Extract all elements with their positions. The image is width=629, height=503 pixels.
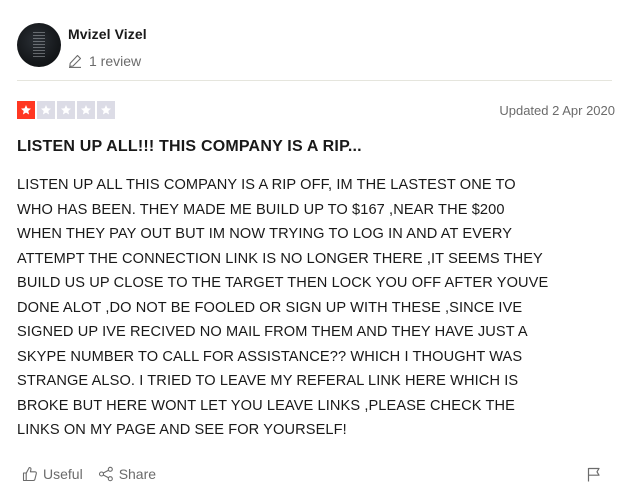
review-body-line: SKYPE NUMBER TO CALL FOR ASSISTANCE?? WH… (17, 348, 523, 365)
review-count-label: 1 review (89, 53, 142, 69)
star-icon (101, 105, 111, 115)
star-filled (17, 101, 35, 119)
reviewer-info: Mvizel Vizel 1 review (68, 23, 147, 69)
review-body-line: STRANGE ALSO. I TRIED TO LEAVE MY REFERA… (17, 373, 519, 389)
review-body-line: LINKS ON MY PAGE AND SEE FOR YOURSELF! (17, 422, 347, 438)
review-date: Updated 2 Apr 2020 (499, 103, 615, 118)
review-body-line: ATTEMPT THE CONNECTION LINK IS NO LONGER… (17, 250, 543, 267)
avatar[interactable] (17, 23, 61, 67)
star-icon (81, 105, 91, 115)
review-body-line: BUILD US UP CLOSE TO THE TARGET THEN LOC… (17, 275, 549, 291)
review-body-line: WHO HAS BEEN. THEY MADE ME BUILD UP TO $… (17, 201, 505, 218)
divider (17, 80, 612, 81)
review-count: 1 review (68, 53, 147, 69)
useful-label: Useful (43, 466, 83, 482)
review-title[interactable]: LISTEN UP ALL!!! THIS COMPANY IS A RIP..… (17, 138, 362, 156)
star-empty (77, 101, 95, 119)
reviewer-name[interactable]: Mvizel Vizel (68, 26, 147, 42)
report-button[interactable] (587, 467, 601, 487)
pencil-icon (69, 54, 82, 68)
review-card: Mvizel Vizel 1 review Updated 2 Apr 2020… (0, 0, 629, 503)
star-icon (61, 105, 71, 115)
star-empty (97, 101, 115, 119)
review-body-line: SIGNED UP IVE RECIVED NO MAIL FROM THEM … (17, 324, 528, 340)
review-body-line: WHEN THEY PAY OUT BUT IM NOW TRYING TO L… (17, 226, 513, 242)
flag-icon (587, 467, 600, 482)
review-body-line: DONE ALOT ,DO NOT BE FOOLED OR SIGN UP W… (17, 299, 523, 316)
share-button[interactable]: Share (98, 466, 156, 482)
review-actions: Useful Share (22, 466, 171, 482)
share-label: Share (118, 466, 157, 482)
star-empty (37, 101, 55, 119)
star-empty (57, 101, 75, 119)
useful-button[interactable]: Useful (22, 466, 83, 482)
review-body-line: LISTEN UP ALL THIS COMPANY IS A RIP OFF,… (17, 177, 516, 193)
thumbs-up-icon (22, 466, 37, 482)
review-body: LISTEN UP ALL THIS COMPANY IS A RIP OFF,… (17, 173, 612, 443)
star-icon (21, 105, 31, 115)
star-rating (17, 101, 117, 119)
star-icon (41, 105, 51, 115)
share-icon (98, 466, 113, 482)
review-body-line: BROKE BUT HERE WONT LET YOU LEAVE LINKS … (17, 397, 515, 414)
reviewer-header: Mvizel Vizel 1 review (17, 23, 147, 69)
